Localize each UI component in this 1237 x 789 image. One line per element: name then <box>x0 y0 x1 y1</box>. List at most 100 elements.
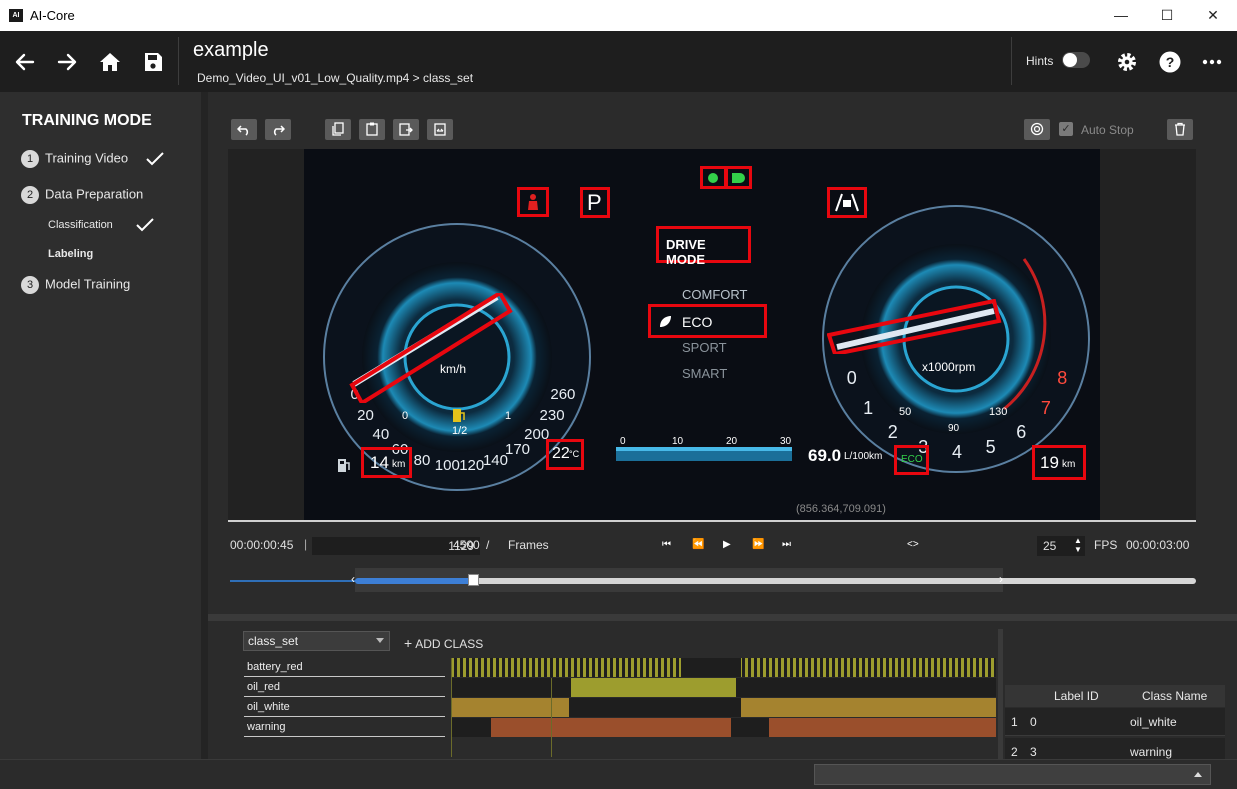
redo-button[interactable] <box>265 119 291 140</box>
hints-toggle[interactable] <box>1062 52 1090 68</box>
gauge-tick-label: 170 <box>504 441 531 459</box>
class-row-oil-red[interactable]: oil_red <box>244 678 445 697</box>
bbox-eco-mode[interactable] <box>648 304 767 338</box>
track-button[interactable] <box>1024 119 1050 140</box>
row-class-name: oil_white <box>1130 715 1177 729</box>
coordinate-readout: (856.364,709.091) <box>796 503 886 515</box>
checkmark-icon <box>136 218 154 232</box>
mode-title: TRAINING MODE <box>22 112 152 129</box>
fuel-scale-full: 1 <box>505 410 512 422</box>
save-icon[interactable] <box>139 48 167 76</box>
bbox-eco-badge[interactable]: ECO <box>894 445 929 475</box>
video-divider <box>228 520 1196 522</box>
header-divider <box>178 37 179 85</box>
timeline-progress-fill <box>355 578 473 584</box>
video-panel: ✓ Auto Stop 0 20 40 60 80 100 120 140 17… <box>208 92 1237 614</box>
efficiency-unit: L/100km <box>844 451 883 462</box>
fps-stepper-icon[interactable]: ▲ ▼ <box>1074 536 1082 554</box>
table-row[interactable]: 1 0 oil_white <box>1005 708 1225 736</box>
gauge-tick-label: 4 <box>951 442 962 462</box>
row-index: 2 <box>1011 745 1018 759</box>
prev-frame-icon[interactable]: ⏪ <box>692 539 704 550</box>
video-viewport[interactable]: 0 20 40 60 80 100 120 140 170 200 230 260 012345678… <box>228 149 1196 520</box>
bbox-park[interactable]: P <box>580 187 610 218</box>
class-set-select[interactable]: class_set <box>243 631 390 651</box>
gauge-tick-label: 80 <box>413 451 431 469</box>
row-label-id: 3 <box>1030 745 1037 759</box>
add-class-button[interactable]: + ADD CLASS <box>404 635 483 651</box>
last-frame-icon[interactable]: ⏭ <box>782 539 791 550</box>
app-header: example Demo_Video_UI_v01_Low_Quality.mp… <box>0 31 1237 92</box>
more-icon[interactable] <box>1198 48 1226 76</box>
label-track-oil-white[interactable] <box>451 698 996 717</box>
track-segment[interactable] <box>741 698 996 717</box>
paste-next-button[interactable] <box>393 119 419 140</box>
bbox-speed-needle[interactable] <box>344 293 519 403</box>
class-row-warning[interactable]: warning <box>244 718 445 737</box>
range-right-unit: km <box>1062 459 1076 470</box>
track-segment[interactable] <box>769 718 996 737</box>
expand-range-icon[interactable]: <> <box>907 539 919 550</box>
header-label-id: Label ID <box>1054 689 1099 703</box>
gauge-tick-label: 0 <box>846 368 857 389</box>
range-start-handle[interactable]: ‹ <box>351 572 355 586</box>
range-end-handle[interactable]: › <box>999 572 1003 586</box>
sidebar-step-training-video[interactable]: 1 Training Video <box>21 150 128 168</box>
forward-icon[interactable] <box>53 48 81 76</box>
track-segment[interactable] <box>491 718 731 737</box>
close-button[interactable]: ✕ <box>1190 0 1236 31</box>
bbox-lane-assist[interactable] <box>827 187 867 218</box>
speed-needle-box <box>349 293 513 403</box>
bbox-light-indicator-1[interactable] <box>700 166 727 189</box>
track-playhead-start <box>451 658 452 757</box>
header-class-name: Class Name <box>1142 689 1208 703</box>
project-title: example <box>193 39 269 61</box>
bar-scale-20: 20 <box>726 436 738 447</box>
paste-range-button[interactable] <box>427 119 453 140</box>
gauge-tick-label: 5 <box>985 436 996 457</box>
video-frame[interactable]: 0 20 40 60 80 100 120 140 170 200 230 260 012345678… <box>304 149 1100 520</box>
sidebar-substep-classification[interactable]: Classification <box>48 219 113 231</box>
label-track-oil-red[interactable] <box>451 678 996 697</box>
timeline-thumb[interactable] <box>468 574 479 586</box>
status-combo[interactable] <box>814 764 1211 785</box>
track-segment[interactable] <box>571 678 736 697</box>
fuel-scale-half: 1/2 <box>452 425 468 437</box>
sidebar-step-model-training[interactable]: 3 Model Training <box>21 276 130 294</box>
bbox-range-left[interactable]: 14 km <box>361 447 412 478</box>
paste-button[interactable] <box>359 119 385 140</box>
label-track-battery-red[interactable] <box>451 658 996 677</box>
label-track-warning[interactable] <box>451 718 996 737</box>
sidebar-substep-labeling[interactable]: Labeling <box>48 248 93 260</box>
play-icon[interactable]: ▶ <box>723 539 731 550</box>
app-logo-icon: AI <box>9 9 23 22</box>
bbox-temperature[interactable]: 22 °C <box>546 439 584 470</box>
sidebar-step-data-preparation[interactable]: 2 Data Preparation <box>21 186 143 204</box>
bbox-range-right[interactable]: 19 km <box>1032 445 1086 480</box>
next-frame-icon[interactable]: ⏩ <box>752 539 764 550</box>
undo-button[interactable] <box>231 119 257 140</box>
home-icon[interactable] <box>96 48 124 76</box>
first-frame-icon[interactable]: ⏮ <box>662 539 671 550</box>
timeline-track[interactable] <box>473 578 1196 584</box>
class-row-oil-white[interactable]: oil_white <box>244 698 445 717</box>
bbox-drive-mode[interactable]: DRIVE MODE <box>656 226 751 267</box>
bbox-rpm-needle[interactable] <box>827 299 1002 354</box>
maximize-button[interactable]: ☐ <box>1144 0 1190 31</box>
tracks-scrollbar[interactable] <box>998 629 1003 759</box>
copy-button[interactable] <box>325 119 351 140</box>
class-row-battery-red[interactable]: battery_red <box>244 658 445 677</box>
back-icon[interactable] <box>11 48 39 76</box>
temp-value: 22 <box>552 445 570 462</box>
minimize-button[interactable]: — <box>1098 0 1144 31</box>
sidebar-divider <box>201 92 208 759</box>
bbox-light-indicator-2[interactable] <box>725 166 752 189</box>
help-icon[interactable]: ? <box>1156 48 1184 76</box>
bar-scale-30: 30 <box>780 436 792 447</box>
bbox-seatbelt-warning[interactable] <box>517 187 549 217</box>
svg-text:?: ? <box>1166 54 1175 70</box>
gear-icon[interactable] <box>1113 48 1141 76</box>
redo-icon <box>273 125 285 136</box>
delete-button[interactable] <box>1167 119 1193 140</box>
auto-stop-checkbox[interactable]: ✓ <box>1059 122 1073 136</box>
